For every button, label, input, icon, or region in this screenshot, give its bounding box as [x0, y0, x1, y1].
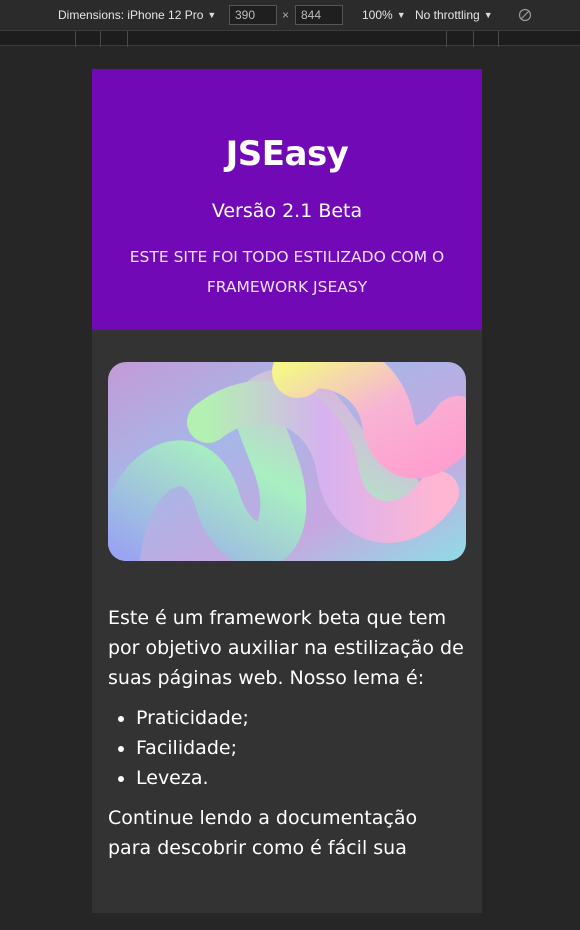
ruler-tick: [498, 31, 499, 47]
list-item: Facilidade;: [136, 733, 466, 763]
ruler-tick: [446, 31, 447, 47]
continue-paragraph: Continue lendo a documentação para desco…: [108, 807, 418, 859]
device-viewport: JSEasy Versão 2.1 Beta Este site foi tod…: [92, 69, 482, 913]
site-tagline: Este site foi todo estilizado com o fram…: [129, 248, 445, 296]
hero-image: [108, 362, 466, 561]
width-input[interactable]: 390: [229, 5, 277, 25]
list-item: Praticidade;: [136, 703, 466, 733]
zoom-label: 100%: [362, 8, 393, 22]
times-separator: ×: [282, 8, 290, 22]
device-dimensions-dropdown[interactable]: Dimensions: iPhone 12 Pro ▼: [58, 0, 216, 30]
main-content: Este é um framework beta que tem por obj…: [92, 330, 482, 863]
ruler-tick: [473, 31, 474, 47]
device-dimensions-label: Dimensions: iPhone 12 Pro: [58, 8, 204, 22]
device-toolbar: Dimensions: iPhone 12 Pro ▼ 390 × 844 10…: [0, 0, 580, 30]
version-label: Versão 2.1 Beta: [211, 200, 363, 222]
ruler-tick: [127, 31, 128, 47]
ruler-tick: [75, 31, 76, 47]
throttling-dropdown[interactable]: No throttling ▼: [415, 0, 493, 30]
ruler-tick: [100, 31, 101, 47]
list-item: Leveza.: [136, 763, 466, 793]
features-list: Praticidade; Facilidade; Leveza.: [108, 703, 466, 793]
intro-paragraph: Este é um framework beta que tem por obj…: [108, 607, 464, 689]
height-input[interactable]: 844: [295, 5, 343, 25]
zoom-dropdown[interactable]: 100% ▼: [362, 0, 406, 30]
site-header: JSEasy Versão 2.1 Beta Este site foi tod…: [92, 69, 482, 330]
media-query-bar[interactable]: [0, 30, 580, 47]
rotate-icon[interactable]: [518, 8, 532, 22]
chevron-down-icon: ▼: [207, 10, 217, 20]
throttling-label: No throttling: [415, 8, 480, 22]
chevron-down-icon: ▼: [396, 10, 406, 20]
site-title: JSEasy: [225, 134, 349, 174]
chevron-down-icon: ▼: [483, 10, 493, 20]
